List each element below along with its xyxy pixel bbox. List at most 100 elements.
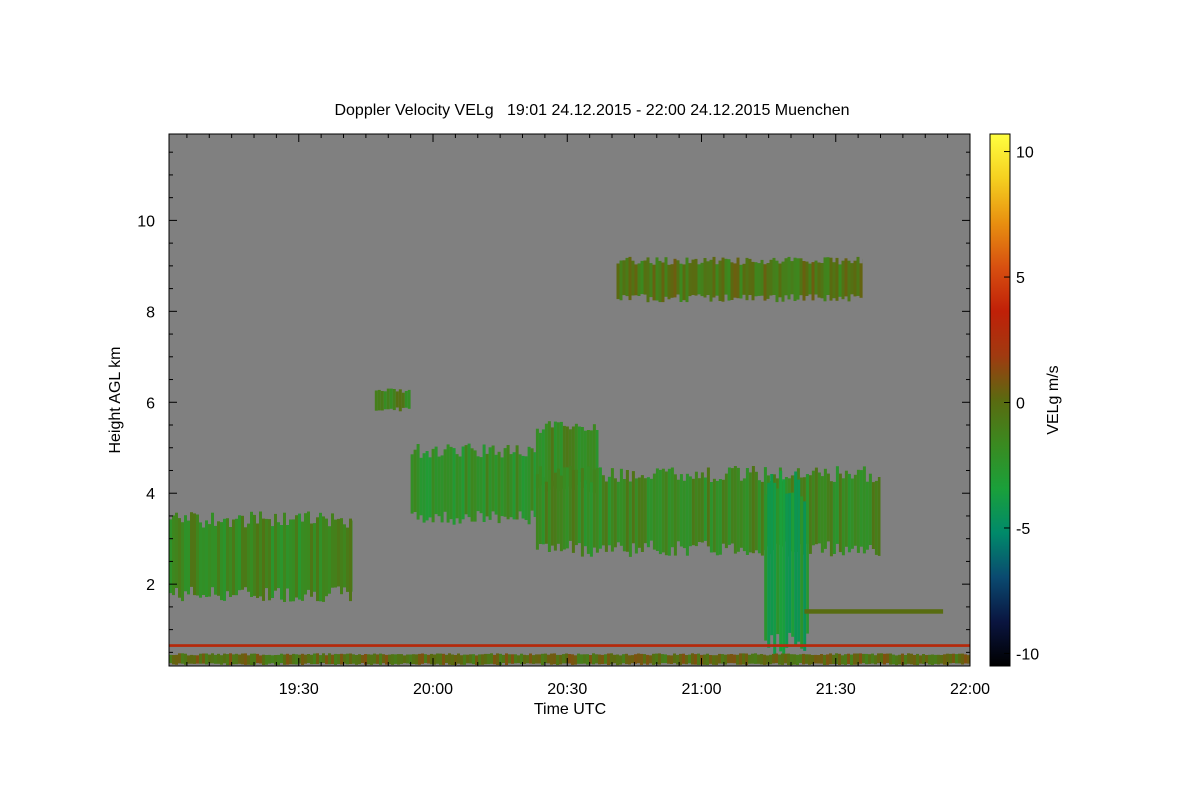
echo-cell [763,264,767,301]
echo-cell [754,471,758,551]
echo-cell [250,653,253,665]
echo-cell [664,257,668,297]
echo-cell [458,456,462,524]
echo-cell [235,518,238,596]
echo-cell [685,655,688,665]
echo-cell [637,263,641,296]
echo-cell [349,653,352,664]
echo-cell [425,451,429,521]
echo-cell [431,448,435,523]
echo-cell [415,654,418,665]
echo-cell [776,488,780,635]
echo-cell [718,260,722,301]
echo-cell [413,449,417,512]
echo-cell [862,466,866,554]
echo-cell [370,654,373,665]
echo-cell [503,448,507,517]
echo-cell [490,653,493,664]
echo-cell [448,653,451,665]
x-axis-label: Time UTC [534,701,606,718]
echo-cell [310,654,313,665]
echo-cell [304,513,307,595]
echo-cell [661,654,664,664]
echo-cell [616,481,620,543]
echo-cell [181,522,184,602]
echo-cell [446,444,450,523]
echo-cell [313,523,316,592]
echo-cell [742,478,746,552]
echo-cell [664,654,667,664]
echo-cell [667,655,670,664]
echo-cell [463,654,466,665]
echo-cell [817,262,821,298]
echo-cell [464,445,468,515]
echo-cell [208,524,211,597]
echo-cell [322,653,325,663]
echo-cell [643,478,647,544]
echo-cell [577,472,581,544]
echo-cell [721,479,725,544]
echo-cell [316,517,319,602]
echo-cell [220,522,223,601]
echo-cell [670,655,673,664]
echo-cell [760,259,764,296]
echo-cell [601,475,605,546]
echo-cell [565,467,569,549]
echo-cell [544,423,548,492]
echo-cell [268,654,271,664]
echo-cell [661,468,665,553]
echo-cell [829,481,833,557]
echo-cell [847,473,851,553]
echo-cell [541,429,545,484]
echo-cell [292,519,295,602]
echo-cell [400,654,403,664]
echo-cell [580,654,583,664]
echo-cell [586,466,590,554]
echo-cell [241,653,244,665]
echo-cell [361,655,364,663]
echo-cell [172,515,175,596]
echo-cell [199,653,202,664]
echo-cell [844,470,848,547]
echo-cell [706,467,710,547]
echo-cell [583,480,587,547]
echo-cell [346,653,349,665]
echo-region-5 [764,470,809,661]
echo-cell [865,653,868,665]
echo-cell [358,654,361,665]
echo-cell [697,478,701,542]
echo-cell [280,525,283,600]
echo-cell [271,526,274,598]
echo-cell [541,477,545,545]
echo-cell [379,653,382,665]
echo-cell [859,653,862,664]
echo-cell [676,479,680,542]
echo-cell [491,445,495,512]
echo-cell [377,389,381,411]
echo-cell [694,471,698,547]
echo-cell [865,481,869,550]
echo-cell [838,264,842,297]
echo-cell [211,653,214,664]
echo-cell [613,654,616,664]
echo-cell [628,481,632,557]
echo-cell [394,654,397,664]
echo-cell [404,391,408,408]
x-tick-label: 22:00 [950,681,990,698]
echo-cell [688,263,692,297]
echo-cell [682,264,686,301]
echo-cell [817,655,820,664]
echo-cell [820,654,823,664]
echo-cell [787,256,791,300]
echo-cell [853,653,856,665]
echo-cell [481,654,484,665]
echo-cell [649,655,652,664]
echo-cell [352,520,353,592]
colorbar-tick-label: -5 [1016,521,1030,538]
echo-cell [838,653,841,665]
echo-cell [307,654,310,663]
echo-cell [637,477,641,548]
echo-cell [803,501,807,651]
echo-cell [592,469,596,548]
echo-cell [310,523,313,597]
